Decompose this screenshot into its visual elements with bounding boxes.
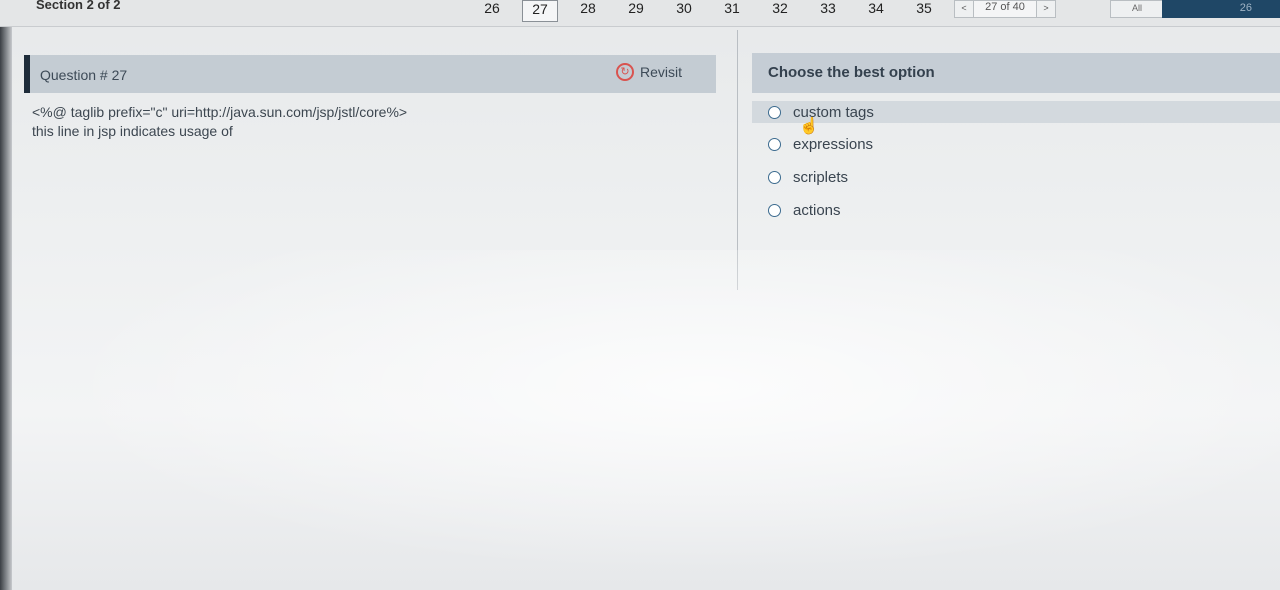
revisit-icon: ↻ [616,63,634,81]
revisit-label: Revisit [640,64,683,80]
question-number-32[interactable]: 32 [756,0,804,22]
radio-button[interactable] [768,138,781,151]
question-title: Question # 27 [40,67,128,83]
question-text-line-1: <%@ taglib prefix="c" uri=http://java.su… [32,104,408,120]
radio-button[interactable] [768,204,781,217]
option-label: expressions [793,136,874,153]
option-label: actions [793,202,841,219]
question-number-28[interactable]: 28 [564,0,612,22]
revisit-button[interactable]: ↻ Revisit [616,63,682,81]
option-expressions[interactable]: expressions [768,136,873,153]
question-number-31[interactable]: 31 [708,0,756,22]
pager-status: 27 of 40 [974,0,1036,18]
question-number-nav: 26 27 28 29 30 31 32 33 34 35 [468,0,948,22]
options-title: Choose the best option [768,64,935,81]
question-number-29[interactable]: 29 [612,0,660,22]
question-number-26[interactable]: 26 [468,0,516,22]
timer-display: 26 [1162,0,1280,18]
exam-page: Section 2 of 2 26 27 28 29 30 31 32 33 3… [0,0,1280,590]
question-filter-select[interactable]: All [1110,0,1164,18]
question-text: <%@ taglib prefix="c" uri=http://java.su… [32,103,407,141]
question-number-35[interactable]: 35 [900,0,948,22]
section-label: Section 2 of 2 [36,0,121,12]
question-header: Question # 27 ↻ Revisit [24,55,716,93]
options-header: Choose the best option [752,53,1280,93]
question-number-34[interactable]: 34 [852,0,900,22]
pager-next-button[interactable]: > [1036,0,1056,18]
radio-button[interactable] [768,171,781,184]
top-navigation-bar: Section 2 of 2 26 27 28 29 30 31 32 33 3… [0,0,1280,27]
option-custom-tags[interactable]: custom tags [752,101,1280,123]
left-edge [0,0,12,590]
radio-button[interactable] [768,105,781,119]
hand-pointer-icon: ☝ [799,118,819,135]
option-actions[interactable]: actions [768,202,841,219]
panel-divider [737,30,738,290]
pager-prev-button[interactable]: < [954,0,974,18]
question-number-30[interactable]: 30 [660,0,708,22]
screen-glare [0,250,1280,590]
question-text-line-2: this line in jsp indicates usage of [32,123,233,139]
question-number-33[interactable]: 33 [804,0,852,22]
option-label: scriplets [793,169,849,186]
question-number-27[interactable]: 27 [522,0,558,22]
question-pager: < 27 of 40 > [954,0,1056,18]
option-scriplets[interactable]: scriplets [768,169,848,186]
